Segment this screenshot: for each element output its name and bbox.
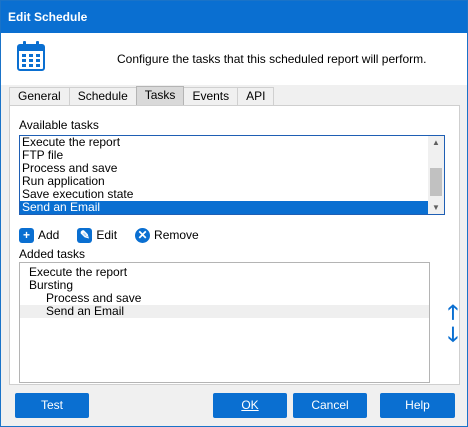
tree-item-highlighted[interactable]: Send an Email <box>20 305 429 318</box>
header-description: Configure the tasks that this scheduled … <box>117 52 427 66</box>
ok-button[interactable]: OK <box>213 393 287 418</box>
plus-icon: + <box>19 227 34 243</box>
task-actions: + Add ✎ Edit ✕ Remove <box>19 227 217 243</box>
list-item[interactable]: Execute the report <box>20 136 444 149</box>
header: Configure the tasks that this scheduled … <box>1 33 467 85</box>
remove-label: Remove <box>154 228 199 242</box>
list-item-selected[interactable]: Send an Email <box>20 201 444 214</box>
tasks-panel: Available tasks Execute the report FTP f… <box>9 105 460 385</box>
edit-label: Edit <box>96 228 118 242</box>
cancel-label: Cancel <box>311 398 349 412</box>
tree-item[interactable]: Execute the report <box>20 266 429 279</box>
added-tasks-tree[interactable]: Execute the report Bursting Process and … <box>19 262 430 383</box>
add-button[interactable]: + Add <box>19 227 60 243</box>
move-down-icon[interactable]: 🡓 <box>444 324 462 346</box>
add-label: Add <box>38 228 60 242</box>
help-button[interactable]: Help <box>380 393 455 418</box>
available-tasks-list[interactable]: Execute the report FTP file Process and … <box>19 135 445 215</box>
remove-button[interactable]: ✕ Remove <box>135 227 199 243</box>
ok-label: OK <box>241 398 259 412</box>
tab-events[interactable]: Events <box>183 87 239 105</box>
tab-bar: General Schedule Tasks Events API <box>9 86 275 105</box>
scroll-thumb[interactable] <box>430 168 442 196</box>
move-up-icon[interactable]: 🡑 <box>444 302 462 324</box>
test-button[interactable]: Test <box>15 393 89 418</box>
close-icon: ✕ <box>135 227 151 243</box>
scroll-down-icon[interactable]: ▼ <box>432 203 440 212</box>
added-tasks-label: Added tasks <box>19 247 86 261</box>
cancel-button[interactable]: Cancel <box>293 393 367 418</box>
tab-general[interactable]: General <box>9 87 70 105</box>
edit-schedule-dialog: Edit Schedule Configure the tasks that t… <box>0 0 468 427</box>
available-tasks-label: Available tasks <box>19 118 99 132</box>
reorder-controls: 🡑 🡓 <box>444 302 462 346</box>
tab-api[interactable]: API <box>237 87 275 105</box>
edit-button[interactable]: ✎ Edit <box>77 227 118 243</box>
pencil-icon: ✎ <box>77 227 93 243</box>
available-tasks-scrollbar[interactable]: ▲ ▼ <box>428 136 444 214</box>
help-label: Help <box>405 398 430 412</box>
window-title: Edit Schedule <box>1 1 467 33</box>
scroll-up-icon[interactable]: ▲ <box>432 138 440 147</box>
calendar-icon <box>17 41 45 71</box>
tab-tasks[interactable]: Tasks <box>135 86 185 105</box>
tab-schedule[interactable]: Schedule <box>68 87 137 105</box>
